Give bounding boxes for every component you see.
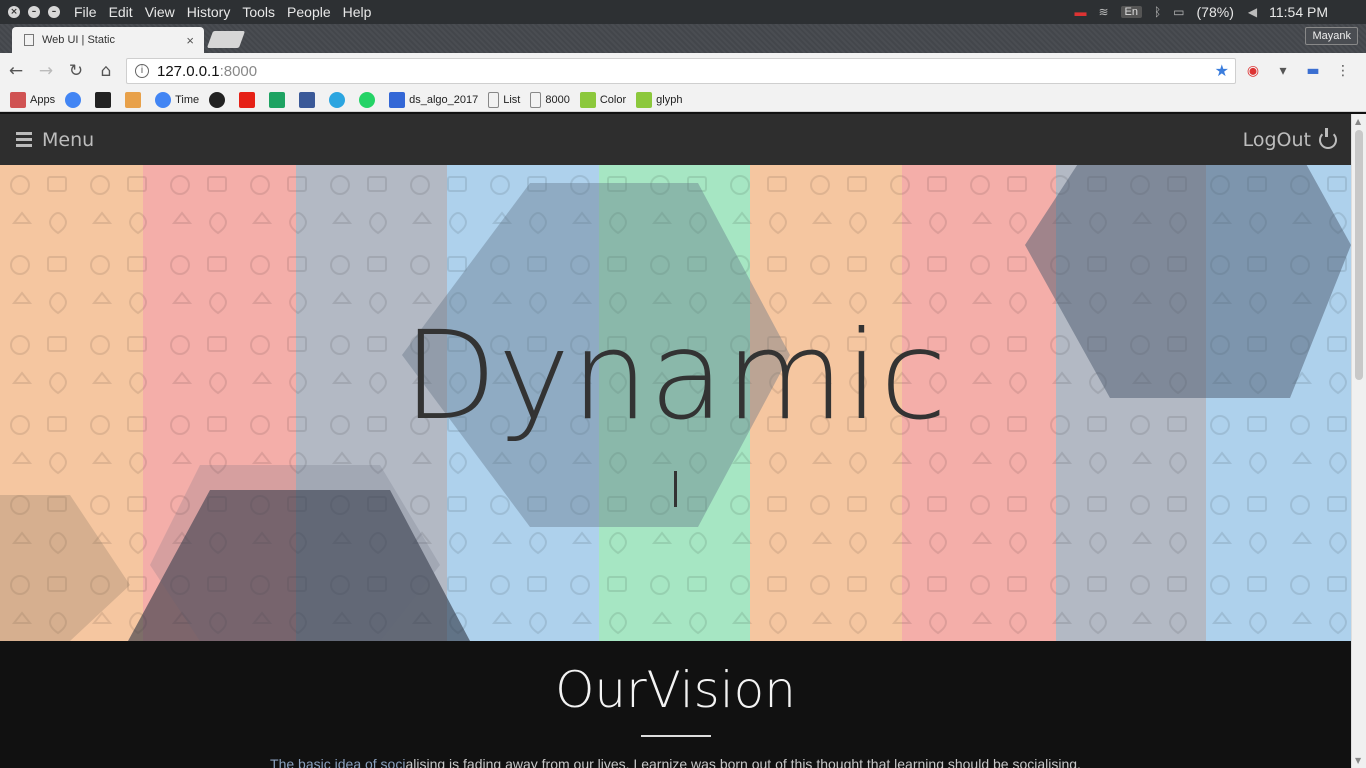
- whatsapp-icon: [359, 92, 376, 108]
- telegram-icon: [329, 92, 346, 108]
- bookmark-drive[interactable]: [269, 92, 289, 108]
- back-arrow-icon[interactable]: ←: [2, 61, 30, 81]
- bookmark-ds-algo[interactable]: ds_algo_2017: [389, 92, 478, 108]
- menu-help[interactable]: Help: [343, 4, 372, 20]
- bookmark-time[interactable]: Time: [155, 92, 199, 108]
- bookmark-apps[interactable]: Apps: [10, 92, 55, 108]
- menu-edit[interactable]: Edit: [109, 4, 133, 20]
- url-host: 127.0.0.1: [157, 62, 220, 80]
- reload-icon[interactable]: ↻: [62, 61, 90, 81]
- bookmark-whatsapp[interactable]: [359, 92, 379, 108]
- google-icon: [65, 92, 82, 108]
- system-tray: ▬ ≋ En ᛒ ▭ (78%) ◀ 11:54 PM: [1074, 4, 1366, 20]
- app-menu-bar: File Edit View History Tools People Help: [74, 4, 383, 20]
- clock[interactable]: 11:54 PM: [1269, 4, 1328, 20]
- site-info-icon[interactable]: i: [135, 64, 149, 78]
- github-icon: [209, 92, 226, 108]
- bookmark-backpack[interactable]: [125, 92, 145, 108]
- page-icon: [24, 34, 34, 46]
- hero-banner: Dynamic: [0, 165, 1351, 641]
- extension-icon[interactable]: ▬: [1300, 63, 1326, 79]
- close-window-icon[interactable]: ×: [8, 6, 20, 18]
- language-indicator[interactable]: En: [1120, 6, 1142, 18]
- scroll-down-icon[interactable]: ▼: [1355, 756, 1361, 765]
- vision-text-rest: alising is fading away from our lives. L…: [405, 756, 1081, 768]
- forward-arrow-icon[interactable]: →: [32, 61, 60, 81]
- logout-button[interactable]: LogOut: [1242, 127, 1337, 151]
- wifi-icon[interactable]: ≋: [1098, 5, 1108, 19]
- vision-description: The basic idea of socialising is fading …: [0, 756, 1351, 768]
- page-scrollbar[interactable]: ▲ ▼: [1351, 114, 1366, 768]
- facebook-icon: [299, 92, 316, 108]
- battery-icon[interactable]: ▭: [1173, 5, 1184, 19]
- page-icon: [488, 92, 500, 108]
- power-icon: [1319, 127, 1337, 149]
- apps-grid-icon: [10, 92, 26, 108]
- menu-history[interactable]: History: [187, 4, 231, 20]
- w3-icon: [636, 92, 653, 108]
- bookmark-star-icon[interactable]: ★: [1215, 61, 1229, 81]
- google-icon: [155, 92, 172, 108]
- menu-tools[interactable]: Tools: [242, 4, 275, 20]
- bookmark-youtube[interactable]: [239, 92, 259, 108]
- bookmark-color[interactable]: Color: [579, 92, 626, 108]
- bookmark-facebook[interactable]: [299, 92, 319, 108]
- bookmarks-bar: Apps Time ds_algo_2017 List 8000 Color g…: [0, 89, 1366, 112]
- bookmark-github[interactable]: [209, 92, 229, 108]
- w3-icon: [579, 92, 596, 108]
- system-top-bar: × – – File Edit View History Tools Peopl…: [0, 0, 1366, 24]
- bluetooth-icon[interactable]: ᛒ: [1154, 5, 1161, 19]
- scroll-up-icon[interactable]: ▲: [1355, 117, 1361, 126]
- bookmark-8000[interactable]: 8000: [530, 92, 570, 108]
- url-port: :8000: [219, 62, 258, 80]
- bookmark-2[interactable]: [95, 92, 115, 108]
- browser-toolbar: ← → ↻ ⌂ i 127.0.0.1 :8000 ★ ◉ ▾ ▬ ⋮: [0, 53, 1366, 89]
- maximize-window-icon[interactable]: –: [48, 6, 60, 18]
- bookmark-telegram[interactable]: [329, 92, 349, 108]
- typing-cursor: [674, 471, 677, 507]
- vision-section: OurVision The basic idea of socialising …: [0, 641, 1351, 768]
- hero-title: Dynamic: [402, 305, 949, 447]
- bookmark-list[interactable]: List: [488, 92, 520, 108]
- logout-label: LogOut: [1242, 128, 1311, 151]
- docs-icon: [389, 92, 406, 108]
- bookmark-google[interactable]: [65, 92, 85, 108]
- address-bar[interactable]: i 127.0.0.1 :8000 ★: [126, 58, 1236, 84]
- screen-record-icon[interactable]: ▬: [1074, 5, 1086, 19]
- web-page: Menu LogOut Dynamic OurVision The basic …: [0, 114, 1351, 768]
- site-navbar: Menu LogOut: [0, 114, 1351, 165]
- volume-icon[interactable]: ◀: [1248, 5, 1257, 19]
- menu-view[interactable]: View: [145, 4, 175, 20]
- menu-people[interactable]: People: [287, 4, 331, 20]
- pocket-icon[interactable]: ▾: [1270, 63, 1296, 79]
- browser-tab[interactable]: Web UI | Static ×: [12, 27, 204, 53]
- backpack-icon: [125, 92, 142, 108]
- google-drive-icon: [269, 92, 286, 108]
- minimize-window-icon[interactable]: –: [28, 6, 40, 18]
- browser-menu-icon[interactable]: ⋮: [1330, 63, 1356, 79]
- vision-title: OurVision: [555, 661, 796, 719]
- page-icon: [530, 92, 542, 108]
- tab-strip: Web UI | Static × Mayank: [0, 24, 1366, 53]
- tab-title: Web UI | Static: [42, 34, 115, 46]
- opera-extension-icon[interactable]: ◉: [1240, 63, 1266, 79]
- bookmark-icon: [95, 92, 112, 108]
- menu-file[interactable]: File: [74, 4, 97, 20]
- battery-percentage: (78%): [1196, 4, 1234, 20]
- close-tab-icon[interactable]: ×: [186, 33, 194, 48]
- scrollbar-thumb[interactable]: [1355, 130, 1363, 380]
- bookmark-glyph[interactable]: glyph: [636, 92, 682, 108]
- hamburger-menu-icon[interactable]: [16, 131, 32, 149]
- profile-button[interactable]: Mayank: [1305, 27, 1358, 45]
- menu-button[interactable]: Menu: [42, 129, 94, 151]
- new-tab-button[interactable]: [206, 31, 246, 48]
- title-divider: [641, 735, 711, 737]
- youtube-icon: [239, 92, 256, 108]
- vision-text-highlight: The basic idea of soci: [270, 756, 406, 768]
- home-icon[interactable]: ⌂: [92, 61, 120, 81]
